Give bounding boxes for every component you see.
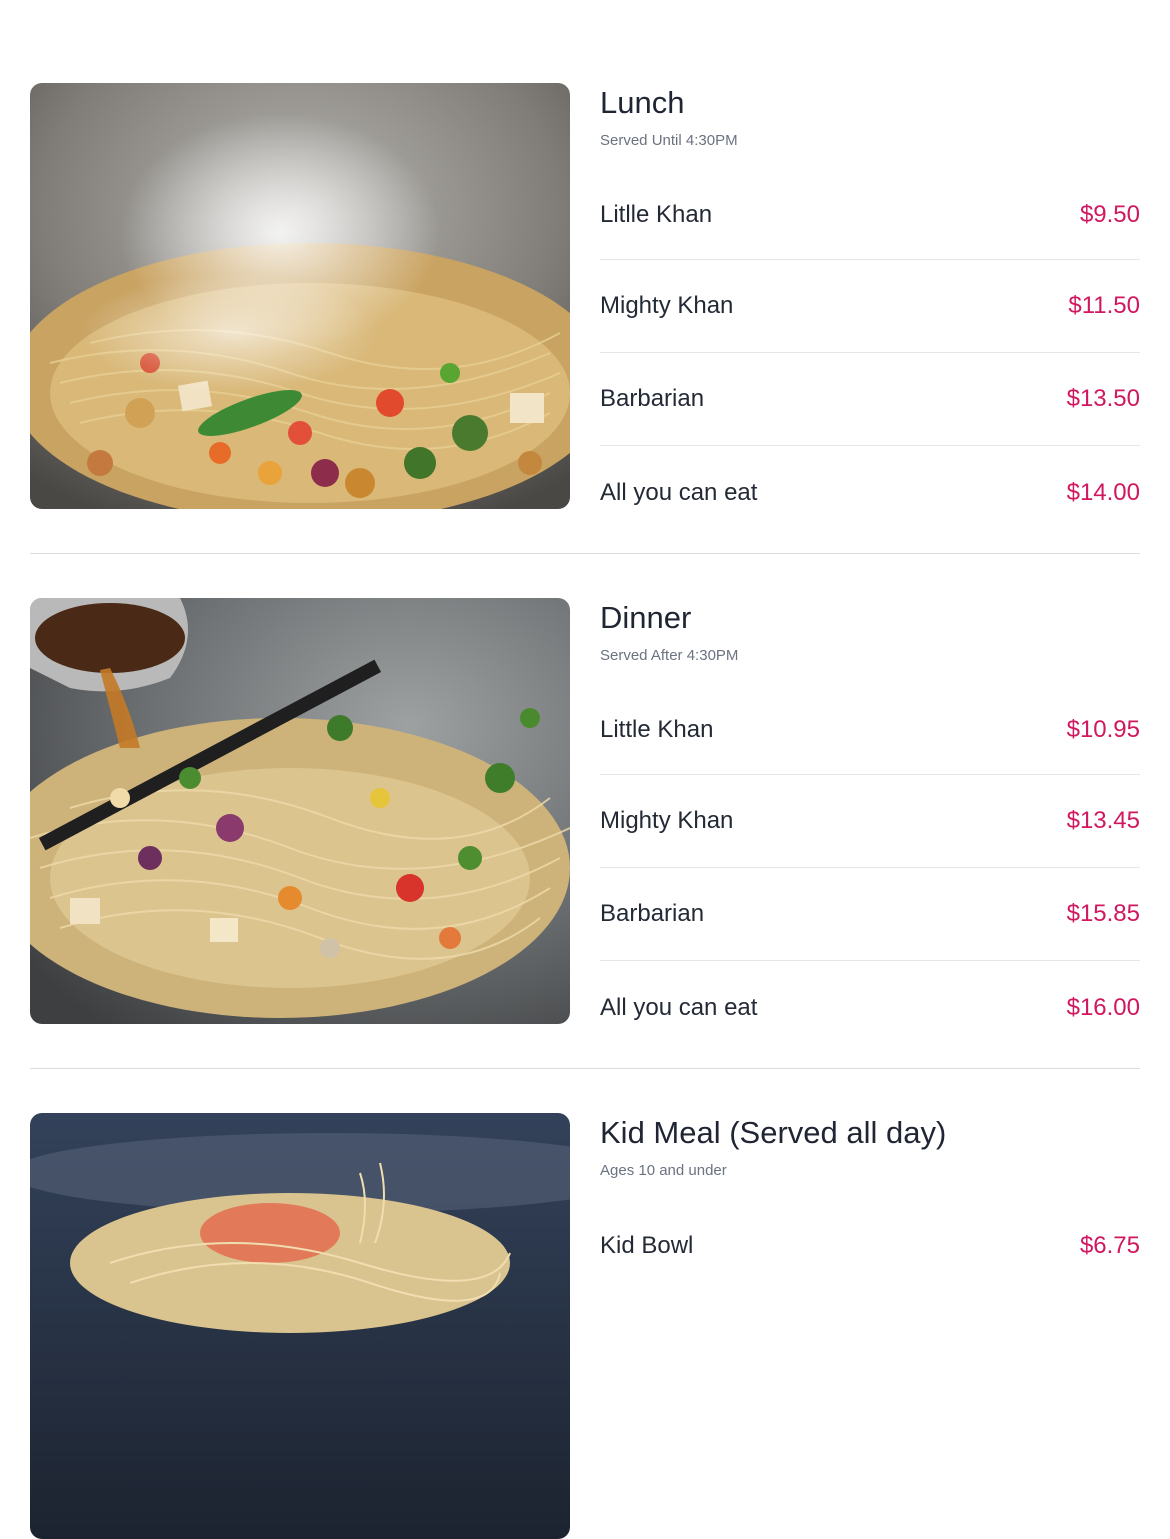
item-price: $13.45 bbox=[1066, 807, 1140, 834]
kid-meal-content: Kid Meal (Served all day) Ages 10 and un… bbox=[600, 1113, 1140, 1290]
menu-items: Kid Bowl $6.75 bbox=[600, 1201, 1140, 1290]
lunch-photo bbox=[30, 83, 570, 509]
dinner-content: Dinner Served After 4:30PM Little Khan $… bbox=[600, 598, 1140, 1054]
menu-section-lunch: Lunch Served Until 4:30PM Litlle Khan $9… bbox=[30, 83, 1140, 509]
item-name: Kid Bowl bbox=[600, 1231, 694, 1259]
item-price: $10.95 bbox=[1066, 716, 1140, 743]
item-price: $16.00 bbox=[1066, 993, 1140, 1021]
menu-item: All you can eat $14.00 bbox=[600, 446, 1140, 539]
item-name: All you can eat bbox=[600, 993, 758, 1021]
menu-section-kid-meal: Kid Meal (Served all day) Ages 10 and un… bbox=[30, 1113, 1140, 1539]
section-divider bbox=[30, 553, 1140, 554]
menu-items: Litlle Khan $9.50 Mighty Khan $11.50 Bar… bbox=[600, 171, 1140, 539]
item-name: Mighty Khan bbox=[600, 292, 734, 319]
menu-section-dinner: Dinner Served After 4:30PM Little Khan $… bbox=[30, 598, 1140, 1024]
item-price: $13.50 bbox=[1066, 385, 1140, 412]
item-price: $9.50 bbox=[1079, 201, 1140, 228]
section-divider bbox=[30, 1068, 1140, 1069]
menu-items: Little Khan $10.95 Mighty Khan $13.45 Ba… bbox=[600, 686, 1140, 1054]
lunch-content: Lunch Served Until 4:30PM Litlle Khan $9… bbox=[600, 83, 1140, 539]
item-price: $15.85 bbox=[1066, 900, 1140, 927]
section-subtitle: Served After 4:30PM bbox=[600, 647, 739, 664]
menu-item: Little Khan $10.95 bbox=[600, 686, 1140, 775]
item-name: Barbarian bbox=[600, 385, 705, 412]
item-price: $11.50 bbox=[1068, 292, 1140, 319]
menu-item: Mighty Khan $11.50 bbox=[600, 260, 1140, 353]
section-subtitle: Served Until 4:30PM bbox=[600, 132, 738, 149]
item-name: Barbarian bbox=[600, 900, 705, 927]
section-subtitle: Ages 10 and under bbox=[600, 1162, 727, 1179]
item-price: $14.00 bbox=[1066, 478, 1140, 506]
menu-item: Mighty Khan $13.45 bbox=[600, 775, 1140, 868]
menu-item: Kid Bowl $6.75 bbox=[600, 1201, 1140, 1290]
section-title: Dinner bbox=[600, 600, 692, 635]
menu-item: All you can eat $16.00 bbox=[600, 961, 1140, 1054]
kid-meal-photo bbox=[30, 1113, 570, 1539]
item-name: Little Khan bbox=[600, 716, 714, 743]
menu-item: Barbarian $13.50 bbox=[600, 353, 1140, 446]
item-name: Mighty Khan bbox=[600, 807, 734, 834]
menu-list: Lunch Served Until 4:30PM Litlle Khan $9… bbox=[30, 83, 1140, 1539]
item-name: Litlle Khan bbox=[600, 201, 713, 228]
item-price: $6.75 bbox=[1079, 1231, 1140, 1259]
menu-item: Barbarian $15.85 bbox=[600, 868, 1140, 961]
dinner-photo bbox=[30, 598, 570, 1024]
section-title: Kid Meal (Served all day) bbox=[600, 1115, 947, 1150]
menu-item: Litlle Khan $9.50 bbox=[600, 171, 1140, 260]
section-title: Lunch bbox=[600, 85, 685, 120]
item-name: All you can eat bbox=[600, 478, 758, 506]
